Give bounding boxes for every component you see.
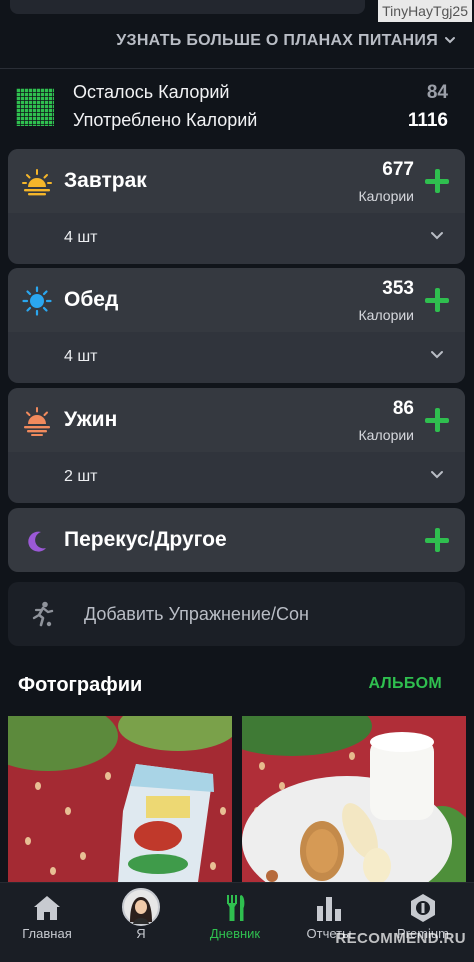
moon-icon	[22, 526, 52, 556]
meal-title: Перекус/Другое	[64, 528, 227, 551]
home-icon	[32, 893, 62, 923]
meal-card-breakfast: Завтрак 677 Калории 4 шт	[8, 149, 465, 264]
meal-item-count: 4 шт	[64, 229, 98, 246]
meal-plans-link[interactable]: УЗНАТЬ БОЛЬШЕ О ПЛАНАХ ПИТАНИЯ	[116, 32, 456, 50]
meal-card-lunch: Обед 353 Калории 4 шт	[8, 268, 465, 383]
album-link[interactable]: АЛЬБОМ	[368, 675, 442, 693]
remaining-calories-value: 84	[426, 82, 448, 103]
tab-label: Я	[136, 926, 146, 941]
watermark-username: TinyHayTgj25	[378, 0, 472, 22]
premium-badge-icon	[408, 893, 438, 923]
meal-item-count: 2 шт	[64, 468, 98, 485]
meal-calories-value: 677	[382, 159, 414, 180]
tab-label: Дневник	[209, 926, 261, 941]
sun-icon	[22, 286, 52, 316]
consumed-calories-label: Употреблено Калорий	[73, 110, 258, 130]
meal-card-snack[interactable]: Перекус/Другое	[8, 508, 465, 572]
add-food-button[interactable]	[423, 526, 451, 554]
meal-card-dinner: Ужин 86 Калории 2 шт	[8, 388, 465, 503]
meal-calories-unit: Калории	[358, 307, 414, 323]
bottom-tab-bar: Главная Я Дневник Отчеты Premium	[0, 882, 474, 962]
meal-calories-value: 86	[392, 398, 414, 419]
meal-calories-unit: Калории	[358, 188, 414, 204]
top-strip	[10, 0, 365, 14]
consumed-calories-value: 1116	[407, 110, 448, 131]
tab-me[interactable]: Я	[94, 883, 188, 962]
photo-thumbnail[interactable]	[242, 716, 466, 882]
sunrise-icon	[22, 167, 52, 197]
avatar	[122, 888, 160, 926]
running-person-icon	[28, 600, 56, 628]
add-food-button[interactable]	[423, 167, 451, 195]
meal-header-dinner[interactable]: Ужин 86 Калории	[8, 388, 465, 452]
add-exercise-label: Добавить Упражнение/Сон	[84, 604, 309, 624]
chevron-down-icon[interactable]	[429, 466, 445, 482]
tab-home[interactable]: Главная	[0, 883, 94, 962]
meal-header-breakfast[interactable]: Завтрак 677 Калории	[8, 149, 465, 213]
tab-label: Главная	[22, 926, 72, 941]
calorie-summary[interactable]: Осталось Калорий 84 Употреблено Калорий …	[0, 76, 474, 136]
calorie-grid-icon	[16, 88, 54, 126]
meal-title: Обед	[64, 288, 119, 311]
photos-title: Фотографии	[18, 674, 143, 696]
remaining-calories-label: Осталось Калорий	[73, 82, 230, 102]
add-exercise-button[interactable]: Добавить Упражнение/Сон	[8, 582, 465, 646]
chevron-down-icon[interactable]	[429, 346, 445, 362]
meal-plans-link-label: УЗНАТЬ БОЛЬШЕ О ПЛАНАХ ПИТАНИЯ	[116, 32, 438, 49]
chevron-down-icon	[444, 34, 456, 49]
watermark-recommend: RECOMMEND.RU	[335, 930, 466, 947]
meal-title: Завтрак	[64, 169, 147, 192]
meal-item-count: 4 шт	[64, 348, 98, 365]
tab-diary[interactable]: Дневник	[188, 883, 282, 962]
meal-calories-value: 353	[382, 278, 414, 299]
add-food-button[interactable]	[423, 406, 451, 434]
meal-calories-unit: Калории	[358, 427, 414, 443]
meal-calories: 86 Калории	[359, 397, 414, 445]
tab-premium[interactable]: Premium	[376, 883, 470, 962]
add-food-button[interactable]	[423, 286, 451, 314]
sunset-icon	[22, 406, 52, 436]
chevron-down-icon[interactable]	[429, 227, 445, 243]
photo-thumbnail[interactable]	[8, 716, 232, 882]
divider	[0, 68, 474, 69]
diary-screen: TinyHayTgj25 УЗНАТЬ БОЛЬШЕ О ПЛАНАХ ПИТА…	[0, 0, 474, 962]
bar-chart-icon	[314, 893, 344, 923]
diary-cutlery-icon	[220, 893, 250, 923]
meal-calories: 677 Калории	[359, 158, 414, 206]
meal-title: Ужин	[64, 408, 118, 431]
meal-calories: 353 Калории	[359, 277, 414, 325]
meal-header-lunch[interactable]: Обед 353 Калории	[8, 268, 465, 332]
tab-reports[interactable]: Отчеты	[282, 883, 376, 962]
